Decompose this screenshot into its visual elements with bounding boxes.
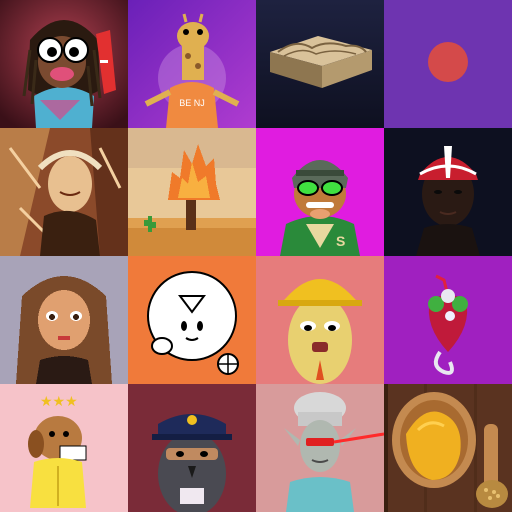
nft-tile-fire-tree[interactable] (128, 128, 256, 256)
helmet-dog-image: S (256, 128, 384, 256)
nft-tile-terrain-box[interactable] (256, 0, 384, 128)
nft-tile-rasta-character[interactable] (0, 0, 128, 128)
nft-tile-police-bird[interactable] (128, 384, 256, 512)
star-icon: ★★★ (40, 394, 78, 410)
jacket-letter: S (336, 233, 345, 249)
nft-tile-elf-chef[interactable] (256, 384, 384, 512)
woman-red-cap-image (384, 128, 512, 256)
mustard-spoon-image (384, 384, 512, 512)
hardhat-potato-image (256, 256, 384, 384)
shirt-text: BE NJ (179, 98, 205, 108)
pixel-woman-image (0, 256, 128, 384)
nft-tile-woman-red-cap[interactable] (384, 128, 512, 256)
nft-tile-arrow-blob[interactable] (128, 256, 256, 384)
nft-tile-raincoat-puppy[interactable]: ★★★ (0, 384, 128, 512)
nft-tile-mustard-spoon[interactable] (384, 384, 512, 512)
nft-tile-helmet-dog[interactable]: S (256, 128, 384, 256)
flower-heart-image (384, 256, 512, 384)
nft-tile-red-dot[interactable] (384, 0, 512, 128)
terrain-box-image (256, 0, 384, 128)
giraffe-image: BE NJ (128, 0, 256, 128)
elf-chef-image (256, 384, 384, 512)
nft-tile-flower-heart[interactable] (384, 256, 512, 384)
nft-image-grid: BE NJ S ★★★ (0, 0, 512, 512)
nft-tile-hardhat-potato[interactable] (256, 256, 384, 384)
red-dot-image (384, 0, 512, 128)
nft-tile-pixel-woman[interactable] (0, 256, 128, 384)
abstract-portrait-image (0, 128, 128, 256)
rasta-character-image (0, 0, 128, 128)
fire-tree-image (128, 128, 256, 256)
nft-tile-giraffe[interactable]: BE NJ (128, 0, 256, 128)
police-bird-image (128, 384, 256, 512)
nft-tile-abstract-portrait[interactable] (0, 128, 128, 256)
raincoat-puppy-image: ★★★ (0, 384, 128, 512)
arrow-blob-image (128, 256, 256, 384)
